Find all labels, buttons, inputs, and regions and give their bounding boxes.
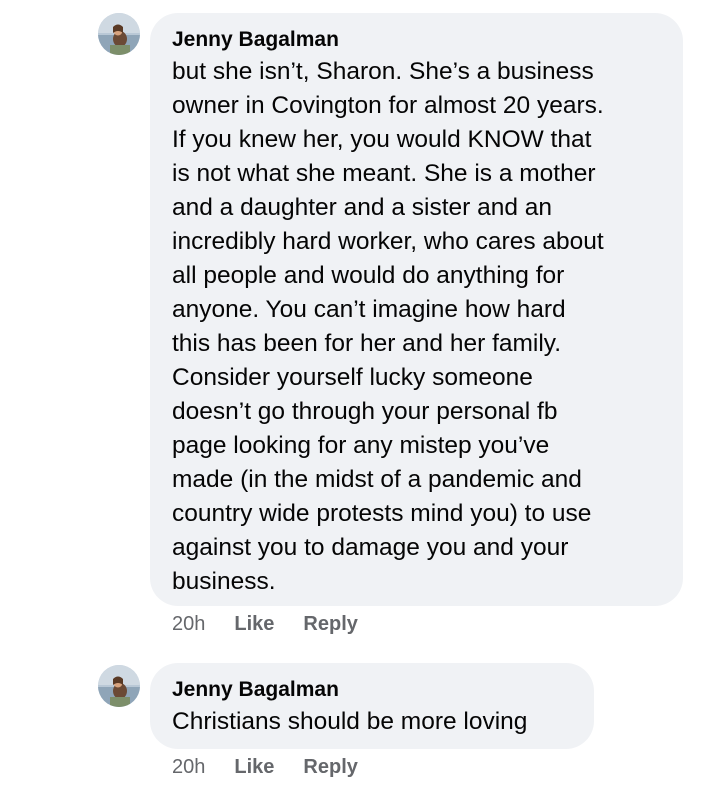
like-button[interactable]: Like <box>234 612 274 636</box>
comment-actions: 20h Like Reply <box>172 755 387 779</box>
comment-timestamp[interactable]: 20h <box>172 612 205 636</box>
comment-text: Christians should be more loving <box>172 708 528 735</box>
comment-text: but she isn’t, Sharon. She’s a business … <box>172 58 604 595</box>
comment-author[interactable]: Jenny Bagalman <box>172 677 574 703</box>
comment-actions: 20h Like Reply <box>172 612 387 636</box>
like-button[interactable]: Like <box>234 755 274 779</box>
comment-bubble: Jenny Bagalman Christians should be more… <box>150 663 594 749</box>
reply-button[interactable]: Reply <box>303 755 357 779</box>
avatar[interactable] <box>98 13 140 55</box>
comment-bubble: Jenny Bagalman but she isn’t, Sharon. Sh… <box>150 13 683 606</box>
comment-author[interactable]: Jenny Bagalman <box>172 27 663 53</box>
avatar-photo-icon <box>98 13 140 55</box>
reply-button[interactable]: Reply <box>303 612 357 636</box>
comment-timestamp[interactable]: 20h <box>172 755 205 779</box>
avatar-photo-icon <box>98 665 140 707</box>
avatar[interactable] <box>98 665 140 707</box>
